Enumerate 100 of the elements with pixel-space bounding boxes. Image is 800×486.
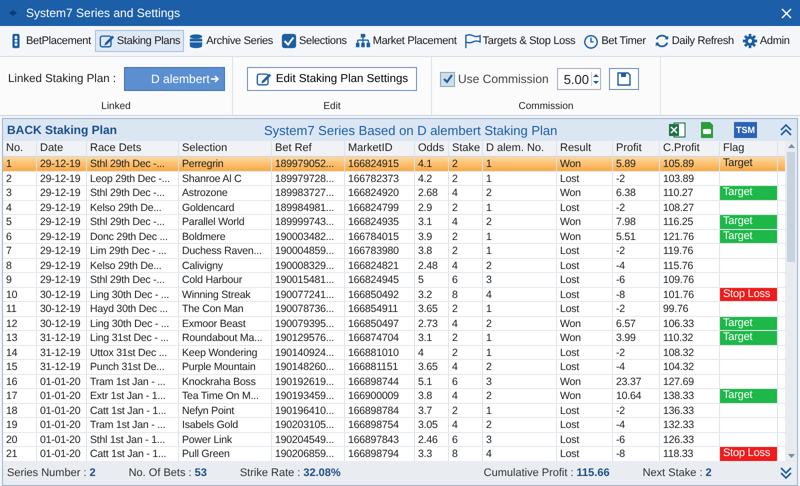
table-row[interactable]: 3 29-12-19 Sthl 29th Dec -... Astrozone 189983727... 166824920 2.68 4 2 Won 6.38 110.27 Target [3, 186, 785, 200]
column-header[interactable]: Date [37, 141, 87, 156]
table-cell: -2 [613, 404, 660, 417]
table-cell: Punch 31st De... [87, 360, 179, 374]
close-icon[interactable] [781, 8, 792, 18]
column-header[interactable]: Profit [613, 141, 660, 156]
table-cell: Power Link [179, 432, 272, 446]
table-cell: 2 [449, 172, 483, 185]
use-commission-checkbox[interactable]: Use Commission [440, 72, 549, 86]
column-header[interactable]: MarketID [345, 141, 415, 156]
table-cell: Knockraha Boss [179, 374, 272, 388]
tab[interactable]: Staking Plans [94, 30, 184, 52]
expand-icon[interactable] [779, 466, 793, 480]
status-label: Strike Rate : [240, 467, 300, 479]
table-cell: 2 [3, 172, 37, 185]
table-cell: 115.76 [660, 258, 720, 272]
tab[interactable]: Market Placement [350, 30, 461, 52]
table-cell: 17 [3, 389, 37, 402]
table-cell: 01-01-20 [37, 404, 87, 417]
scroll-up-icon[interactable] [786, 143, 796, 149]
spreadsheet-icon[interactable] [668, 121, 686, 139]
column-header[interactable]: No. [3, 141, 37, 156]
tab[interactable]: Archive Series [184, 30, 277, 52]
table-row[interactable]: 5 29-12-19 Sthl 29th Dec -... Parallel World 189999743... 166824935 3.1 4 2 Won 7.98 116.25 Target [3, 215, 785, 230]
table-cell: 166824945 [345, 273, 415, 286]
export-badge[interactable]: TSM [734, 122, 757, 138]
table-cell: Lost [557, 404, 613, 417]
table-cell: Sthl 29th Dec -... [87, 186, 179, 200]
column-header[interactable]: Flag [720, 141, 778, 156]
table-cell: 166824935 [345, 215, 415, 228]
commission-spinner[interactable]: 5.00 [556, 68, 601, 90]
scrollbar[interactable] [785, 141, 797, 461]
table-cell: 166824799 [345, 200, 415, 214]
column-header[interactable]: D alem. No. [483, 141, 557, 156]
tab[interactable]: BetPlacement [4, 30, 95, 52]
table-cell: 10 [3, 288, 37, 301]
column-header[interactable]: Bet Ref [272, 141, 345, 156]
table-cell: 132.33 [660, 418, 720, 432]
table-cell: 166824821 [345, 258, 415, 272]
table-cell: 5 [3, 215, 37, 228]
table-row[interactable]: 11 30-12-19 Hayd 30th Dec ... The Con Man 190078736... 166854911 3.65 2 1 Lost -2 99.76 [3, 302, 785, 316]
table-cell: Exmoor Beast [179, 316, 272, 330]
document-icon[interactable] [698, 121, 716, 139]
table-row[interactable]: 14 31-12-19 Uttox 31st Dec ... Keep Wondering 190140924... 166881010 4 2 1 Lost -2 108.32 [3, 346, 785, 360]
table-cell: -2 [613, 244, 660, 258]
tab[interactable]: Admin [738, 30, 794, 52]
table-row[interactable]: 12 30-12-19 Ling 30th Dec - ... Exmoor Beast 190079395... 166850497 2.73 4 2 Won 6.57 106.33 Target [3, 316, 785, 331]
column-header[interactable]: Result [557, 141, 613, 156]
tab[interactable]: Bet Timer [579, 30, 650, 52]
table-cell: Winning Streak [179, 288, 272, 301]
table-cell: -4 [613, 360, 660, 374]
table-row[interactable]: 7 29-12-19 Lim 29th Dec - ... Duchess Raven... 190004859... 166783980 3.8 2 1 Lost -2 119.76 [3, 244, 785, 258]
table-cell: 20 [3, 432, 37, 446]
flag-label: Target [720, 215, 777, 228]
tab[interactable]: Daily Refresh [650, 30, 738, 52]
column-header[interactable]: Selection [179, 141, 272, 156]
panel-title: BACK Staking Plan [7, 123, 118, 137]
table-cell: 2.9 [415, 200, 449, 214]
table-row[interactable]: 1 29-12-19 Sthl 29th Dec -... Perregrin 189979052... 166824915 4.1 2 1 Won 5.89 105.89 Target [3, 157, 785, 172]
tab[interactable]: Selections [276, 30, 351, 52]
table-cell: Won [557, 230, 613, 243]
table-cell: 01-01-20 [37, 374, 87, 388]
scrollbar-thumb[interactable] [787, 152, 795, 262]
table-cell: Sthl 29th Dec -... [87, 215, 179, 228]
table-cell: Ling 30th Dec - ... [87, 288, 179, 301]
column-header[interactable]: Stake [449, 141, 483, 156]
table-row[interactable]: 13 31-12-19 Ling 31st Dec - ... Roundabout Ma... 190129576... 166874704 3.1 2 1 Won 3.99 110.32 Target [3, 331, 785, 346]
save-button[interactable] [609, 68, 639, 90]
group-label: Commission [517, 101, 574, 114]
table-row[interactable]: 6 29-12-19 Donc 29th Dec ... Boldmere 190003482... 166784015 3.9 2 1 Won 5.51 121.76 Target [3, 230, 785, 244]
column-header[interactable]: C.Profit [660, 141, 720, 156]
table-cell: Won [557, 389, 613, 402]
table-cell: 3.9 [415, 230, 449, 243]
table-cell: 29-12-19 [37, 258, 87, 272]
table-row[interactable]: 20 01-01-20 Sthl 1st Jan - 1... Power Link 190204549... 166897843 2.46 6 3 Lost -6 126.33 [3, 432, 785, 447]
column-header[interactable]: Odds [415, 141, 449, 156]
table-cell: 4.1 [415, 157, 449, 170]
clock-icon [583, 33, 600, 49]
table-cell: Lost [557, 200, 613, 214]
table-row[interactable]: 2 29-12-19 Leop 29th Dec -... Shanroe Al C 189979728... 166782373 4.2 2 1 Lost -2 103.89 [3, 172, 785, 186]
tab[interactable]: Targets & Stop Loss [460, 30, 580, 52]
table-cell: 166898754 [345, 418, 415, 432]
table-row[interactable]: 19 01-01-20 Tram 1st Jan - ... Isabels Gold 190203105... 166898754 3.05 4 2 Lost -4 132.33 [3, 418, 785, 432]
table-row[interactable]: 10 30-12-19 Ling 30th Dec - ... Winning Streak 190077241... 166850492 3.2 8 4 Lost -8 101.76 Stop Loss [3, 288, 785, 302]
table-cell: 190204549... [272, 432, 345, 446]
column-header[interactable]: Race Dets [87, 141, 179, 156]
table-cell: 190078736... [272, 302, 345, 316]
table-row[interactable]: 18 01-01-20 Catt 1st Jan - 1... Nefyn Point 190196410... 166898784 3.7 2 1 Lost -2 136.33 [3, 404, 785, 418]
scroll-down-icon[interactable] [786, 453, 796, 459]
table-row[interactable]: 17 01-01-20 Extr 1st Jan - 1... Tea Time On M... 190193459... 166900009 3.8 4 2 Won 10.64 138.33 Target [3, 389, 785, 404]
table-row[interactable]: 4 29-12-19 Kelso 29th De... Goldencard 189984981... 166824799 2.9 2 1 Lost -2 108.27 [3, 200, 785, 215]
collapse-icon[interactable] [779, 123, 793, 137]
table-row[interactable]: 15 31-12-19 Punch 31st De... Purple Mountain 190148260... 166881151 3.65 4 2 Lost -4 104.32 [3, 360, 785, 374]
edit-settings-button[interactable]: Edit Staking Plan Settings [246, 67, 418, 91]
spinner-arrows-icon[interactable] [592, 72, 600, 86]
table-row[interactable]: 16 01-01-20 Tram 1st Jan - ... Knockraha Boss 190192619... 166898744 5.1 6 3 Won 23.37 127.69 [3, 374, 785, 389]
table-cell: Won [557, 331, 613, 344]
table-row[interactable]: 9 29-12-19 Sthl 29th Dec -... Cold Harbour 190015481... 166824945 5 6 3 Lost -6 109.76 [3, 273, 785, 288]
table-row[interactable]: 8 29-12-19 Kelso 29th De... Calivigny 190008329... 166824821 2.48 4 2 Lost -4 115.76 [3, 258, 785, 273]
table-cell: 4 [3, 200, 37, 214]
